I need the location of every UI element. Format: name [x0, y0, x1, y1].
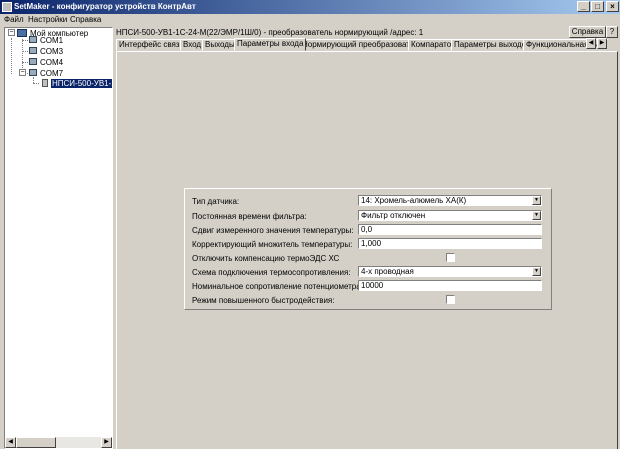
tab-normalizer[interactable]: Нормирующий преобразователь: [299, 39, 426, 51]
rtd-scheme-value: 4-х проводная: [361, 267, 414, 276]
port-icon: [29, 58, 37, 65]
menu-help[interactable]: Справка: [70, 15, 101, 24]
filter-time-value: Фильтр отключен: [361, 211, 426, 220]
filter-time-select[interactable]: Фильтр отключен ▼: [358, 210, 542, 221]
chevron-down-icon[interactable]: ▼: [532, 196, 541, 205]
device-icon: [42, 79, 48, 87]
app-icon: [2, 2, 12, 12]
device-tree[interactable]: − Мой компьютер COM1 COM3 COM4 − COM7 НП…: [4, 27, 113, 449]
computer-icon: [17, 29, 27, 37]
menu-file[interactable]: Файл: [4, 15, 24, 24]
scroll-right-icon[interactable]: ▶: [101, 437, 112, 448]
tree-line: [22, 40, 28, 41]
sensor-type-value: 14: Хромель-алюмель ХА(К): [361, 196, 467, 205]
collapse-icon[interactable]: −: [19, 69, 26, 76]
sensor-type-label: Тип датчика:: [192, 197, 240, 206]
tree-item-com1[interactable]: COM1: [40, 36, 63, 45]
rtd-scheme-select[interactable]: 4-х проводная ▼: [358, 266, 542, 277]
temp-multiplier-input[interactable]: 1,000: [358, 238, 542, 249]
tab-input[interactable]: Вход: [180, 39, 205, 51]
input-params-group: [184, 188, 552, 310]
cjc-disable-checkbox[interactable]: [446, 253, 455, 262]
device-header-label: НПСИ-500-УВ1-1С-24-М(22/ЭМР/1Ш/0) - прео…: [116, 28, 424, 37]
help-button[interactable]: Справка: [569, 26, 606, 38]
scroll-thumb[interactable]: [16, 437, 56, 448]
port-icon: [29, 36, 37, 43]
temp-multiplier-label: Корректирующий множитель температуры:: [192, 240, 353, 249]
sensor-type-select[interactable]: 14: Хромель-алюмель ХА(К) ▼: [358, 195, 542, 206]
chevron-down-icon[interactable]: ▼: [532, 267, 541, 276]
chevron-down-icon[interactable]: ▼: [532, 211, 541, 220]
close-button[interactable]: ×: [606, 1, 619, 12]
question-button[interactable]: ?: [606, 26, 618, 38]
fast-mode-checkbox[interactable]: [446, 295, 455, 304]
tree-item-device[interactable]: НПСИ-500-УВ1-1С-: [51, 79, 112, 88]
tab-input-params[interactable]: Параметры входа: [234, 38, 307, 51]
pot-resistance-input[interactable]: 10000: [358, 280, 542, 291]
tab-strip: Интерфейс связи Вход Выходы Параметры вх…: [116, 38, 608, 51]
tab-scroll-left-icon[interactable]: ◀: [586, 38, 596, 49]
menu-settings[interactable]: Настройки: [28, 15, 67, 24]
pot-resistance-label: Номинальное сопротивление потенциометра,…: [192, 282, 380, 291]
temp-shift-label: Сдвиг измеренного значения температуры:: [192, 226, 354, 235]
window-title: SetMaker - конфигуратор устройств КонтрА…: [14, 2, 196, 11]
cjc-disable-label: Отключить компенсацию термоЭДС ХС: [192, 254, 340, 263]
menu-bar: Файл Настройки Справка: [0, 14, 620, 26]
port-icon: [29, 69, 37, 76]
port-icon: [29, 47, 37, 54]
maximize-button[interactable]: □: [591, 1, 604, 12]
tree-line: [33, 83, 39, 84]
tree-line: [22, 62, 28, 63]
tab-interface[interactable]: Интерфейс связи: [116, 39, 187, 51]
filter-time-label: Постоянная времени фильтра:: [192, 212, 307, 221]
tree-horizontal-scrollbar[interactable]: ◀ ▶: [5, 437, 112, 448]
title-bar: SetMaker - конфигуратор устройств КонтрА…: [0, 0, 620, 14]
rtd-scheme-label: Схема подключения термосопротивления:: [192, 268, 351, 277]
tree-item-com4[interactable]: COM4: [40, 58, 63, 67]
collapse-icon[interactable]: −: [8, 29, 15, 36]
tab-scroll-right-icon[interactable]: ▶: [597, 38, 607, 49]
tree-item-com3[interactable]: COM3: [40, 47, 63, 56]
minimize-button[interactable]: _: [577, 1, 590, 12]
tree-item-com7[interactable]: COM7: [40, 69, 63, 78]
tree-line: [11, 38, 12, 74]
tab-output-params[interactable]: Параметры выходов: [451, 39, 534, 51]
fast-mode-label: Режим повышенного быстродействия:: [192, 296, 335, 305]
tree-line: [22, 51, 28, 52]
scroll-left-icon[interactable]: ◀: [5, 437, 16, 448]
tab-outputs[interactable]: Выходы: [202, 39, 238, 51]
temp-shift-input[interactable]: 0,0: [358, 224, 542, 235]
